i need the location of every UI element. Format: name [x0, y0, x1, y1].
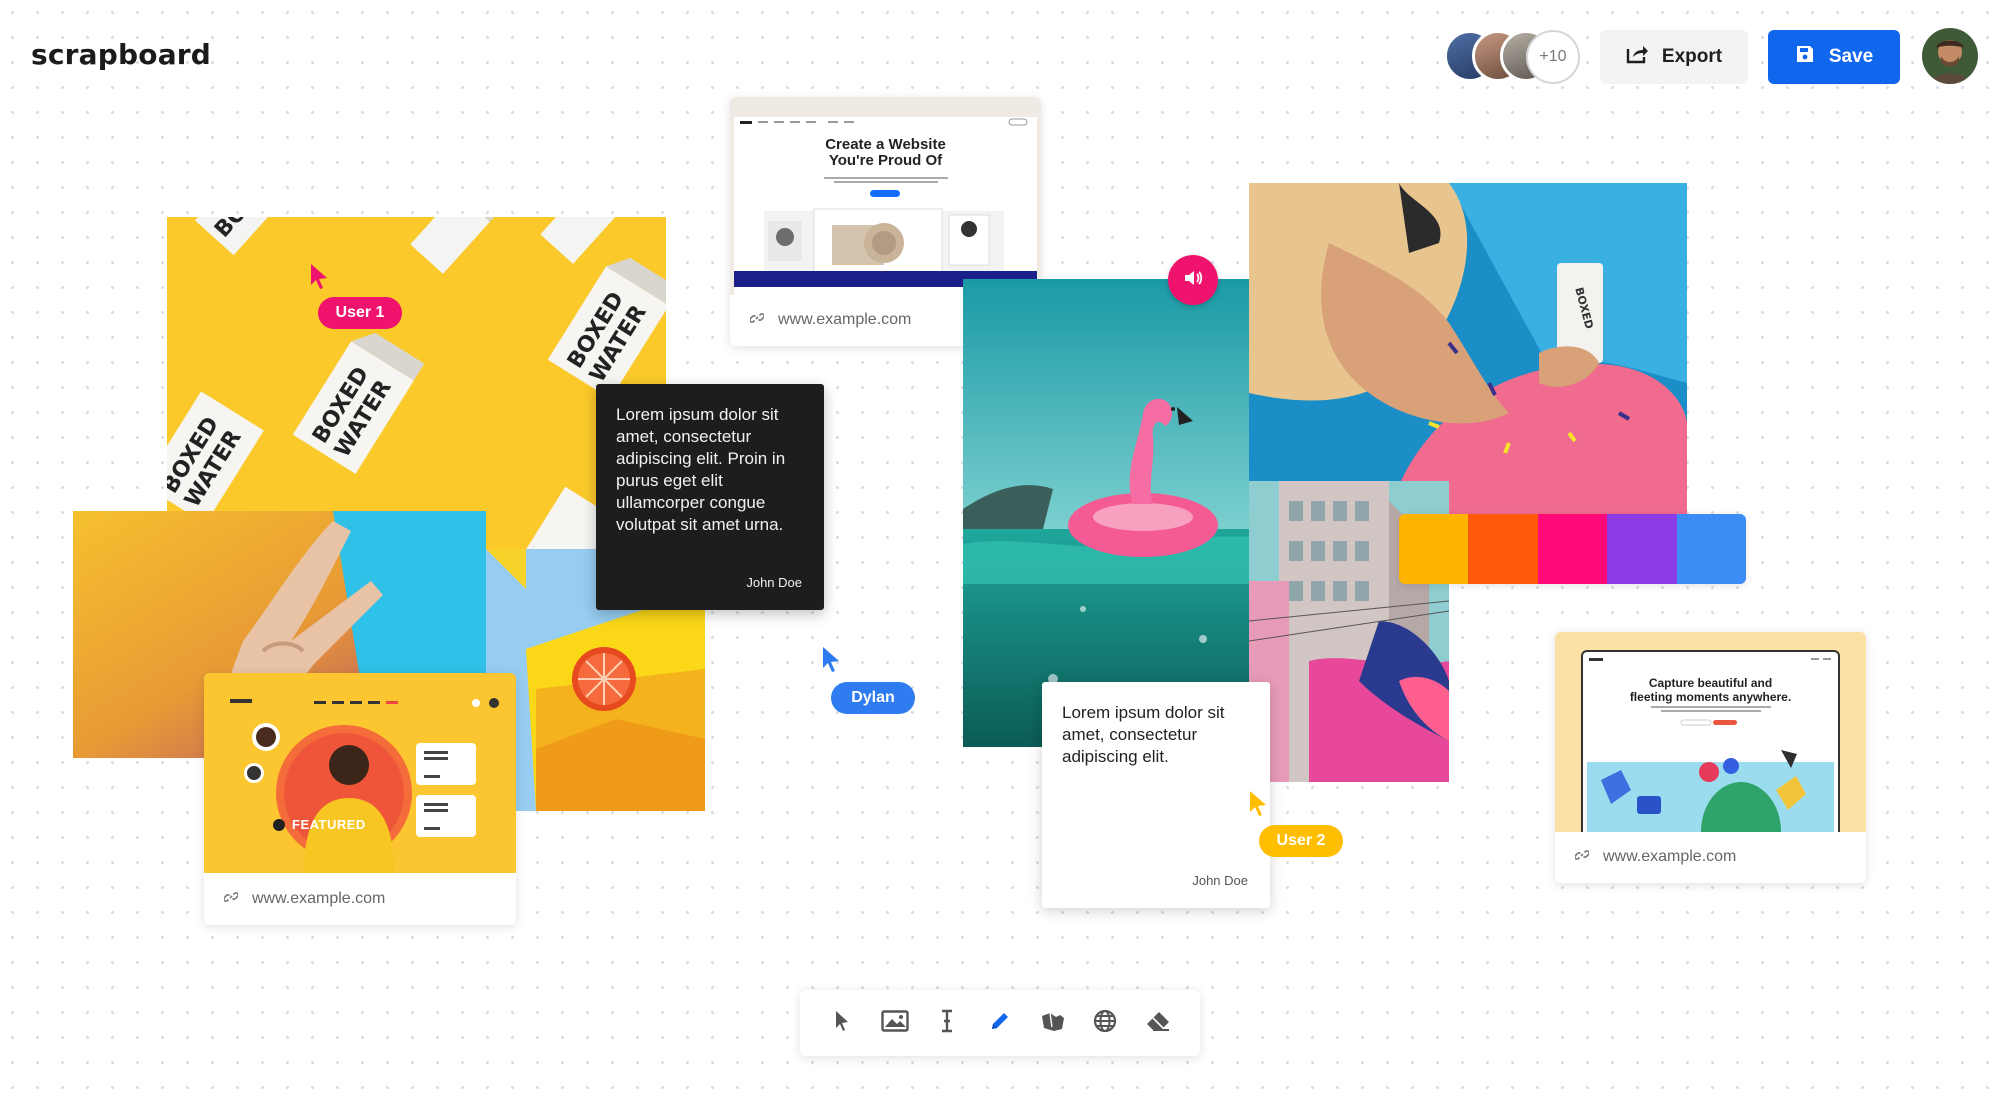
image-tool[interactable] — [878, 1006, 912, 1040]
speaker-icon — [1183, 269, 1203, 292]
card-url[interactable]: www.example.com — [1603, 848, 1736, 866]
sticky-note-dark[interactable]: Lorem ipsum dolor sit amet, consectetur … — [596, 384, 824, 610]
shapes-tool[interactable] — [1036, 1006, 1070, 1040]
user1-cursor-icon — [309, 262, 329, 295]
eraser-tool[interactable] — [1141, 1006, 1175, 1040]
user-avatar[interactable] — [1922, 28, 1978, 84]
save-icon — [1795, 44, 1815, 70]
featured-store-preview: FEATURED — [204, 673, 516, 873]
link-row[interactable]: www.example.com — [204, 873, 516, 925]
photo-site-card[interactable]: Capture beautiful and fleeting moments a… — [1555, 632, 1866, 883]
select-tool[interactable] — [825, 1006, 859, 1040]
link-row[interactable]: www.example.com — [1555, 831, 1866, 883]
more-collaborators-badge[interactable]: +10 — [1526, 30, 1580, 84]
note-text[interactable]: Lorem ipsum dolor sit amet, consectetur … — [1062, 702, 1250, 768]
palette-swatch[interactable] — [1676, 514, 1746, 584]
note-text[interactable]: Lorem ipsum dolor sit amet, consectetur … — [616, 404, 804, 536]
palette-swatch[interactable] — [1537, 514, 1608, 584]
web-tool[interactable] — [1088, 1006, 1122, 1040]
image-icon — [881, 1009, 909, 1037]
pen-tool[interactable] — [983, 1006, 1017, 1040]
link-icon — [223, 890, 239, 909]
featured-store-card[interactable]: FEATURED www.example.com — [204, 673, 516, 925]
note-author: John Doe — [746, 575, 802, 590]
cursor-arrow-icon — [833, 1009, 851, 1038]
website-builder-preview: Create a Website You're Proud Of — [730, 97, 1041, 295]
link-icon — [1574, 848, 1590, 867]
user1-cursor-label: User 1 — [318, 297, 402, 329]
boxed-water-image[interactable]: BOXED BOXEDWATER BOXEDWATER BOXEDWATER — [167, 217, 666, 551]
shapes-icon — [1040, 1010, 1066, 1037]
user2-cursor-label: User 2 — [1259, 825, 1343, 857]
save-label: Save — [1828, 46, 1874, 67]
tool-bar — [800, 990, 1200, 1056]
globe-icon — [1093, 1009, 1117, 1038]
dylan-cursor-label: Dylan — [831, 682, 915, 714]
user2-cursor-icon — [1248, 789, 1268, 822]
palette-swatch[interactable] — [1468, 514, 1538, 584]
export-icon — [1626, 44, 1648, 70]
link-icon — [749, 311, 765, 330]
color-palette[interactable] — [1399, 514, 1746, 584]
save-button[interactable]: Save — [1768, 30, 1900, 84]
text-tool[interactable] — [930, 1006, 964, 1040]
app-logo: scrapboard — [31, 38, 212, 71]
photo-site-preview: Capture beautiful and fleeting moments a… — [1555, 632, 1866, 832]
pool-float-image[interactable]: BOXED — [1249, 183, 1687, 515]
audio-toggle-button[interactable] — [1168, 255, 1218, 305]
text-cursor-icon — [940, 1009, 954, 1038]
export-button[interactable]: Export — [1600, 30, 1748, 84]
card-url[interactable]: www.example.com — [252, 890, 385, 908]
pencil-icon — [989, 1010, 1011, 1037]
palette-swatch[interactable] — [1399, 514, 1469, 584]
featured-label: FEATURED — [292, 817, 366, 832]
note-author: John Doe — [1192, 873, 1248, 888]
sticky-note-light[interactable]: Lorem ipsum dolor sit amet, consectetur … — [1042, 682, 1270, 908]
collaborator-avatars[interactable]: +10 — [1444, 30, 1584, 86]
export-label: Export — [1661, 46, 1723, 67]
dylan-cursor-icon — [821, 645, 841, 678]
palette-swatch[interactable] — [1607, 514, 1677, 584]
eraser-icon — [1145, 1010, 1171, 1037]
card-url[interactable]: www.example.com — [778, 311, 911, 329]
